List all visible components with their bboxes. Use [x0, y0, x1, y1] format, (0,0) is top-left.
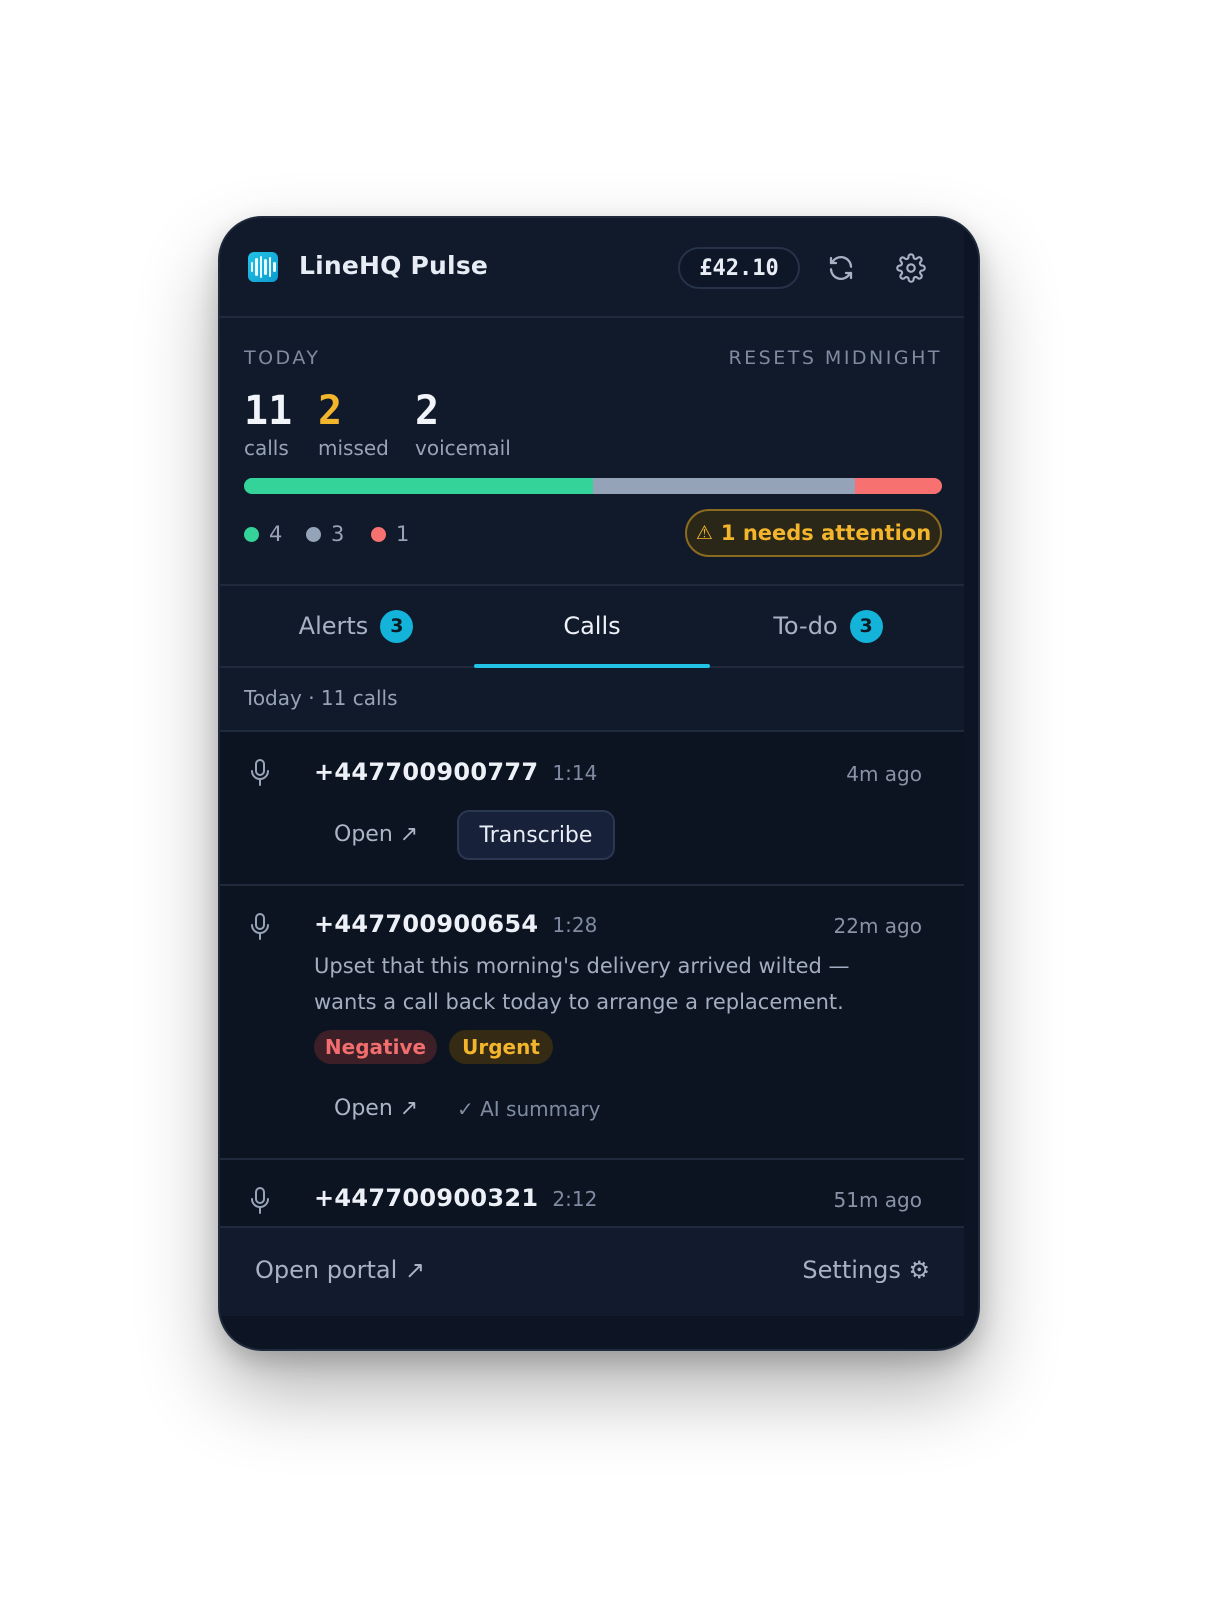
list-header: Today · 11 calls: [220, 668, 964, 732]
tab-bar: Alerts 3 Calls To-do 3: [220, 586, 964, 668]
call-row[interactable]: +447700900321 2:12 51m ago: [220, 1160, 964, 1228]
alerts-badge: 3: [380, 609, 414, 643]
call-number: +447700900777 1:14: [314, 758, 598, 786]
transcribe-button[interactable]: Transcribe: [457, 810, 615, 860]
settings-button[interactable]: [894, 251, 928, 285]
legend-other-count: 3: [331, 522, 345, 546]
legend-problem: 1: [371, 522, 409, 546]
legend-other: 3: [306, 522, 344, 546]
missed-count: 2: [318, 388, 343, 434]
call-number: +447700900321 2:12: [314, 1184, 598, 1212]
resets-label: RESETS MIDNIGHT: [728, 347, 942, 369]
tab-calls[interactable]: Calls: [474, 586, 710, 668]
call-breakdown-bar: [244, 478, 942, 494]
open-portal-link[interactable]: Open portal ↗: [255, 1256, 425, 1284]
ai-summary-status: ✓ AI summary: [457, 1097, 601, 1121]
legend-answered-count: 4: [269, 522, 283, 546]
missed-label: missed: [318, 436, 389, 460]
call-duration: 2:12: [552, 1187, 598, 1211]
app-title: LineHQ Pulse: [299, 251, 489, 280]
sentiment-tag-negative: Negative: [314, 1030, 437, 1064]
widget-footer: Open portal ↗ Settings ⚙: [220, 1226, 964, 1316]
microphone-icon: [251, 759, 269, 786]
todo-badge: 3: [849, 609, 883, 643]
green-dot-icon: [244, 526, 259, 542]
call-number: +447700900654 1:28: [314, 910, 598, 938]
open-call-link[interactable]: Open ↗: [334, 1096, 418, 1121]
call-time-ago: 51m ago: [833, 1188, 922, 1212]
calls-label: calls: [244, 436, 289, 460]
call-row[interactable]: +447700900654 1:28 22m ago Upset that thi…: [220, 886, 964, 1160]
call-summary: Upset that this morning's delivery arriv…: [314, 954, 850, 1014]
gear-icon: [896, 253, 926, 283]
bar-segment-other: [593, 478, 855, 494]
call-time-ago: 4m ago: [846, 762, 922, 786]
microphone-icon: [251, 913, 269, 940]
tab-alerts[interactable]: Alerts 3: [238, 586, 474, 666]
today-summary: TODAY RESETS MIDNIGHT 11 calls 2 missed …: [220, 318, 964, 586]
balance-pill[interactable]: £42.10: [678, 247, 800, 289]
tab-todo-label: To-do: [773, 612, 838, 640]
voicemail-label: voicemail: [415, 436, 511, 460]
legend-answered: 4: [244, 522, 282, 546]
call-row[interactable]: +447700900777 1:14 4m ago Open ↗ Transcri…: [220, 732, 964, 886]
refresh-icon: [829, 256, 853, 280]
legend-problem-count: 1: [396, 522, 410, 546]
grey-dot-icon: [306, 526, 321, 542]
tab-todo[interactable]: To-do 3: [710, 586, 946, 666]
bar-segment-problem: [855, 478, 942, 494]
bar-segment-answered: [244, 478, 593, 494]
tab-alerts-label: Alerts: [298, 612, 369, 640]
today-label: TODAY: [244, 347, 321, 369]
red-dot-icon: [371, 526, 386, 542]
microphone-icon: [251, 1187, 269, 1214]
waveform-icon: [248, 252, 278, 282]
call-duration: 1:14: [552, 761, 598, 785]
widget-body: LineHQ Pulse £42.10 TODAY RESETS MIDNIGH…: [220, 218, 964, 1316]
priority-tag-urgent: Urgent: [449, 1030, 553, 1064]
refresh-button[interactable]: [824, 251, 858, 285]
call-duration: 1:28: [552, 913, 598, 937]
needs-attention-button[interactable]: ⚠ 1 needs attention: [685, 509, 942, 557]
warning-icon: ⚠: [695, 522, 713, 544]
widget-header: LineHQ Pulse £42.10: [220, 218, 964, 318]
footer-settings-link[interactable]: Settings ⚙: [802, 1256, 930, 1284]
needs-attention-label: 1 needs attention: [720, 521, 932, 545]
calls-count: 11: [244, 388, 293, 434]
call-time-ago: 22m ago: [833, 914, 922, 938]
pulse-widget: LineHQ Pulse £42.10 TODAY RESETS MIDNIGH…: [218, 216, 980, 1351]
voicemail-count: 2: [415, 388, 440, 434]
tab-calls-label: Calls: [563, 612, 621, 640]
open-call-link[interactable]: Open ↗: [334, 822, 418, 847]
